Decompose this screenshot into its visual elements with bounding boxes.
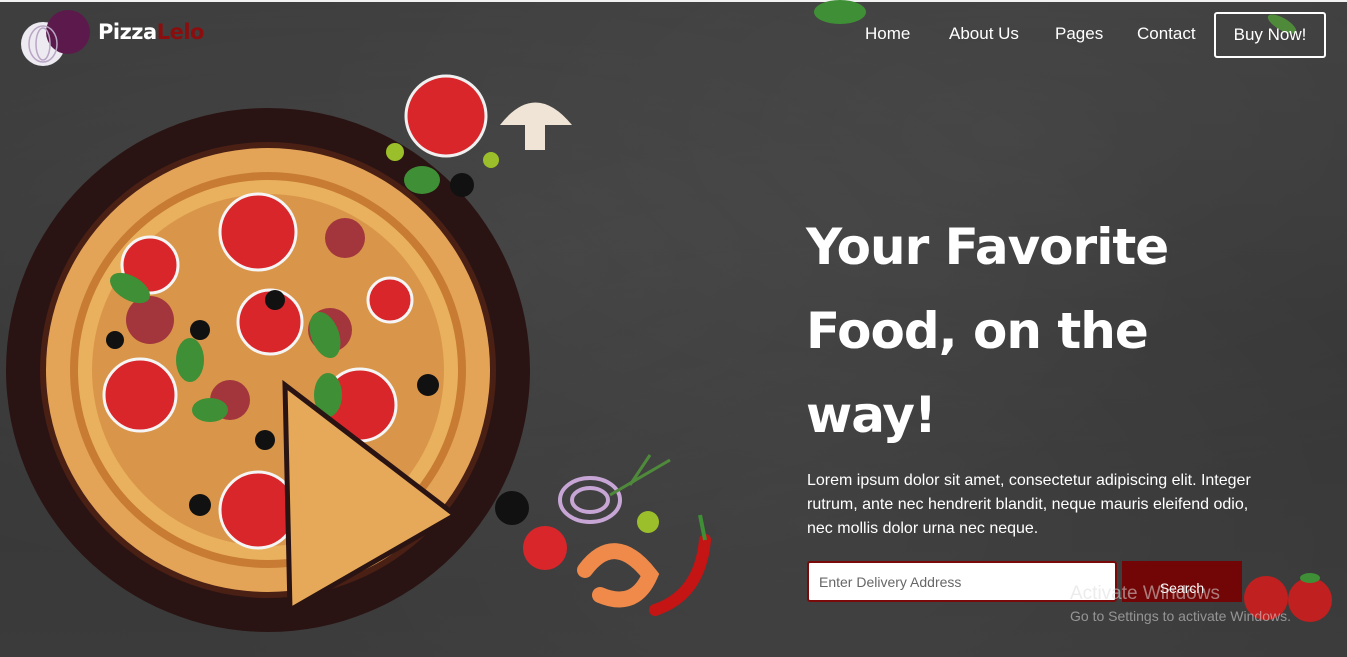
hero-description: Lorem ipsum dolor sit amet, consectetur …: [807, 472, 1251, 537]
mushroom-icon: [500, 102, 572, 150]
nav-pages[interactable]: Pages: [1055, 24, 1103, 44]
hero-headline: Your Favorite Food, on the way!: [806, 205, 1286, 457]
chili-icon: [649, 514, 711, 616]
main-nav: Home About Us Pages Contact: [0, 24, 1347, 48]
tomato-icon: [404, 74, 488, 158]
hero-headline-line-2: Food, on the: [806, 302, 1149, 360]
nav-contact[interactable]: Contact: [1137, 24, 1196, 44]
hero-headline-line-3: way!: [806, 386, 937, 444]
shrimp-icon: [577, 543, 660, 608]
buy-now-button[interactable]: Buy Now!: [1214, 12, 1326, 58]
activate-windows-title: Activate Windows: [1070, 583, 1220, 604]
activate-windows-subtitle: Go to Settings to activate Windows.: [1070, 608, 1291, 624]
nav-home[interactable]: Home: [865, 24, 910, 44]
hero-headline-line-1: Your Favorite: [806, 218, 1169, 276]
nav-about-us[interactable]: About Us: [949, 24, 1019, 44]
